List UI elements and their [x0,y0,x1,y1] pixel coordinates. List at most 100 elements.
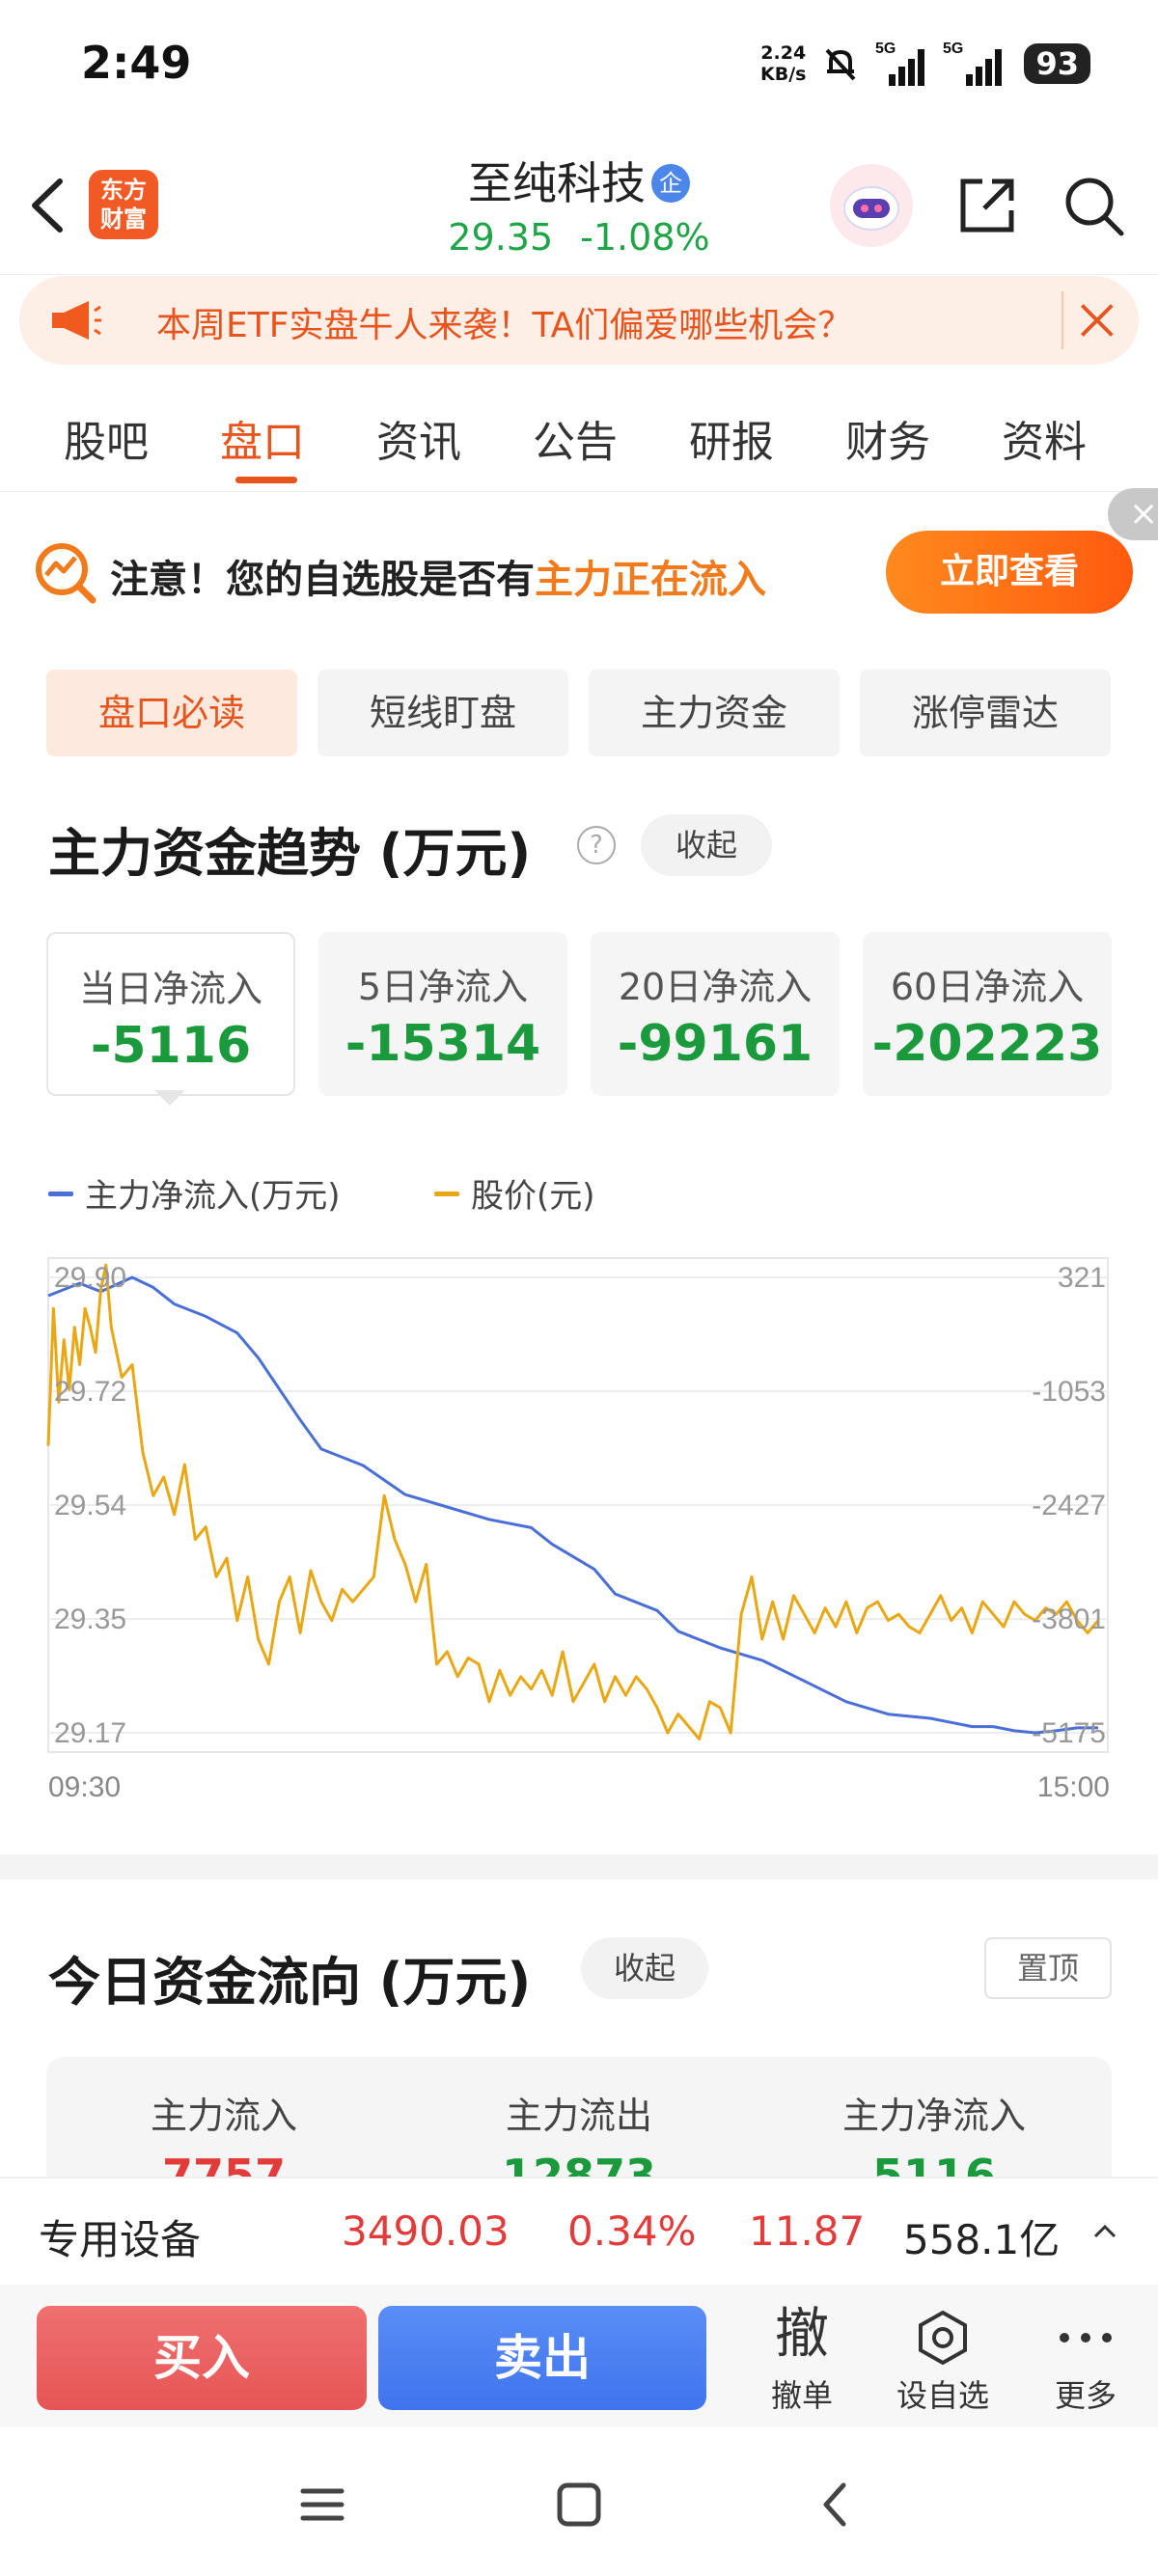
sector-amount: 558.1亿 [903,2216,1061,2263]
price-line [46,1263,1100,1740]
notice-text-prefix: 注意！您的自选股是否有 [110,558,535,602]
tab-finance[interactable]: 财务 [845,407,930,469]
card-value: -5116 [90,1017,252,1075]
fund-flow-summary: 主力流入 主力流出 主力净流入 7757 12873 5116 [46,2057,1112,2202]
fund-trend-title: 主力资金趋势 (万元) [48,823,532,884]
status-indicators: 2.24 KB/s 5G 5G 93 [760,37,1090,91]
watchlist-label: 设自选 [896,2377,989,2414]
cancel-order-label: 撤单 [770,2377,833,2414]
pin-top-button[interactable]: 置顶 [984,1937,1112,1999]
more-button[interactable]: 更多 [1033,2298,1139,2424]
mute-bell-icon [826,48,856,81]
notice-text: 注意！您的自选股是否有主力正在流入 [110,548,766,604]
main-net-inflow-label: 主力净流入 [841,2095,1026,2137]
notice-text-highlight: 主力正在流入 [535,558,766,602]
left-axis-tick: 29.90 [54,1262,126,1294]
sell-button[interactable]: 卖出 [378,2306,706,2410]
legend-label-price: 股价(元) [471,1177,595,1216]
chevron-up-icon[interactable] [1090,2217,1119,2246]
net-speed-value: 2.24 [760,42,807,64]
stock-name: 至纯科技 [468,157,646,209]
right-axis-tick: -3801 [1032,1603,1106,1635]
search-icon[interactable] [1062,174,1125,237]
fund-trend-chart: 29.90 29.72 29.54 29.35 29.17 321 -1053 -2427 -3… [46,1257,1110,1803]
promo-banner[interactable]: 本周ETF实盘牛人来袭！TA们偏爱哪些机会？ [19,276,1139,365]
main-inflow-label: 主力流入 [150,2095,297,2137]
close-icon[interactable] [1062,291,1119,349]
card-pointer [154,1090,185,1106]
stock-change-pct: -1.08% [580,216,710,259]
tab-news[interactable]: 资讯 [376,407,461,469]
home-square-icon[interactable] [548,2474,610,2535]
section-divider [0,1854,1158,1879]
right-axis-tick: -2427 [1032,1490,1106,1521]
nav-back-icon[interactable] [805,2474,867,2535]
segment-main-funds[interactable]: 主力资金 [589,670,840,756]
sector-index: 3490.03 [342,2207,510,2255]
net-inflow-card-today[interactable]: 当日净流入 -5116 [46,932,295,1096]
left-axis-tick: 29.17 [54,1717,126,1749]
right-axis-tick: -5175 [1032,1717,1106,1749]
legend-label-net-inflow: 主力净流入(万元) [85,1177,341,1216]
card-value: -99161 [617,1015,813,1073]
right-axis-tick: -1053 [1032,1376,1106,1408]
net-inflow-card-60d[interactable]: 60日净流入 -202223 [863,932,1112,1096]
net-speed-unit: KB/s [760,64,807,85]
cancel-order-button[interactable]: 撤 撤单 [749,2298,855,2424]
trend-alert-icon [36,543,96,604]
battery-indicator: 93 [1024,43,1090,84]
card-label: 当日净流入 [78,968,262,1010]
active-tab-indicator [235,477,297,483]
signal-5g-icon-2: 5G [943,41,1003,86]
banner-text: 本周ETF实盘牛人来袭！TA们偏爱哪些机会？ [156,306,853,345]
sector-change-pct: 0.34% [567,2207,697,2255]
legend-price: 股价(元) [434,1169,595,1217]
fund-flow-collapse-button[interactable]: 收起 [581,1937,708,1999]
legend-net-inflow: 主力净流入(万元) [48,1169,341,1217]
left-axis-tick: 29.54 [54,1490,126,1521]
net-inflow-card-20d[interactable]: 20日净流入 -99161 [591,932,840,1096]
stock-header: 东方 财富 至纯科技企 29.35 -1.08% [0,135,1158,275]
card-value: -202223 [871,1015,1103,1073]
card-label: 20日净流入 [618,966,813,1008]
enterprise-badge: 企 [651,164,690,203]
net-inflow-card-5d[interactable]: 5日净流入 -15314 [318,932,567,1096]
segment-tabs: 盘口必读 短线盯盘 主力资金 涨停雷达 [46,670,1112,756]
sector-ticker[interactable]: 专用设备 3490.03 0.34% 11.87 558.1亿 [0,2177,1158,2285]
system-nav-bar [0,2427,1158,2576]
tab-pankou[interactable]: 盘口 [220,407,305,469]
menu-icon[interactable] [291,2474,353,2535]
card-label: 60日净流入 [890,966,1085,1008]
more-dots-icon [1033,2298,1139,2371]
robot-assistant-icon[interactable] [830,164,913,247]
legend-swatch-orange [434,1192,459,1196]
watchlist-icon [890,2298,996,2371]
status-time: 2:49 [81,37,192,89]
x-axis-tick-end: 15:00 [1037,1771,1110,1803]
share-icon[interactable] [955,174,1019,237]
net-inflow-cards: 当日净流入 -5116 5日净流入 -15314 20日净流入 -99161 6… [46,932,1112,1096]
tab-guba[interactable]: 股吧 [64,407,149,469]
signal-2-label: 5G [943,41,963,57]
right-axis-tick: 321 [1058,1262,1106,1294]
add-watchlist-button[interactable]: 设自选 [890,2298,996,2424]
segment-short-term[interactable]: 短线盯盘 [317,670,568,756]
left-axis-tick: 29.35 [54,1603,126,1635]
signal-1-label: 5G [875,41,896,57]
help-icon[interactable]: ? [577,826,616,864]
segment-limit-up-radar[interactable]: 涨停雷达 [860,670,1111,756]
inflow-notice: 注意！您的自选股是否有主力正在流入 立即查看 [33,531,1133,614]
tab-profile[interactable]: 资料 [1002,407,1087,469]
signal-5g-icon: 5G [875,41,925,86]
stock-price: 29.35 [448,216,554,259]
buy-button[interactable]: 买入 [37,2306,367,2410]
cancel-order-icon: 撤 [775,2303,829,2366]
segment-must-read[interactable]: 盘口必读 [46,670,297,756]
tab-research[interactable]: 研报 [689,407,774,469]
legend-swatch-blue [48,1192,73,1196]
fund-trend-collapse-button[interactable]: 收起 [641,814,772,876]
tab-announcements[interactable]: 公告 [533,407,618,469]
sector-change: 11.87 [749,2207,866,2255]
view-now-button[interactable]: 立即查看 [886,531,1133,614]
x-axis-tick-start: 09:30 [48,1771,121,1803]
